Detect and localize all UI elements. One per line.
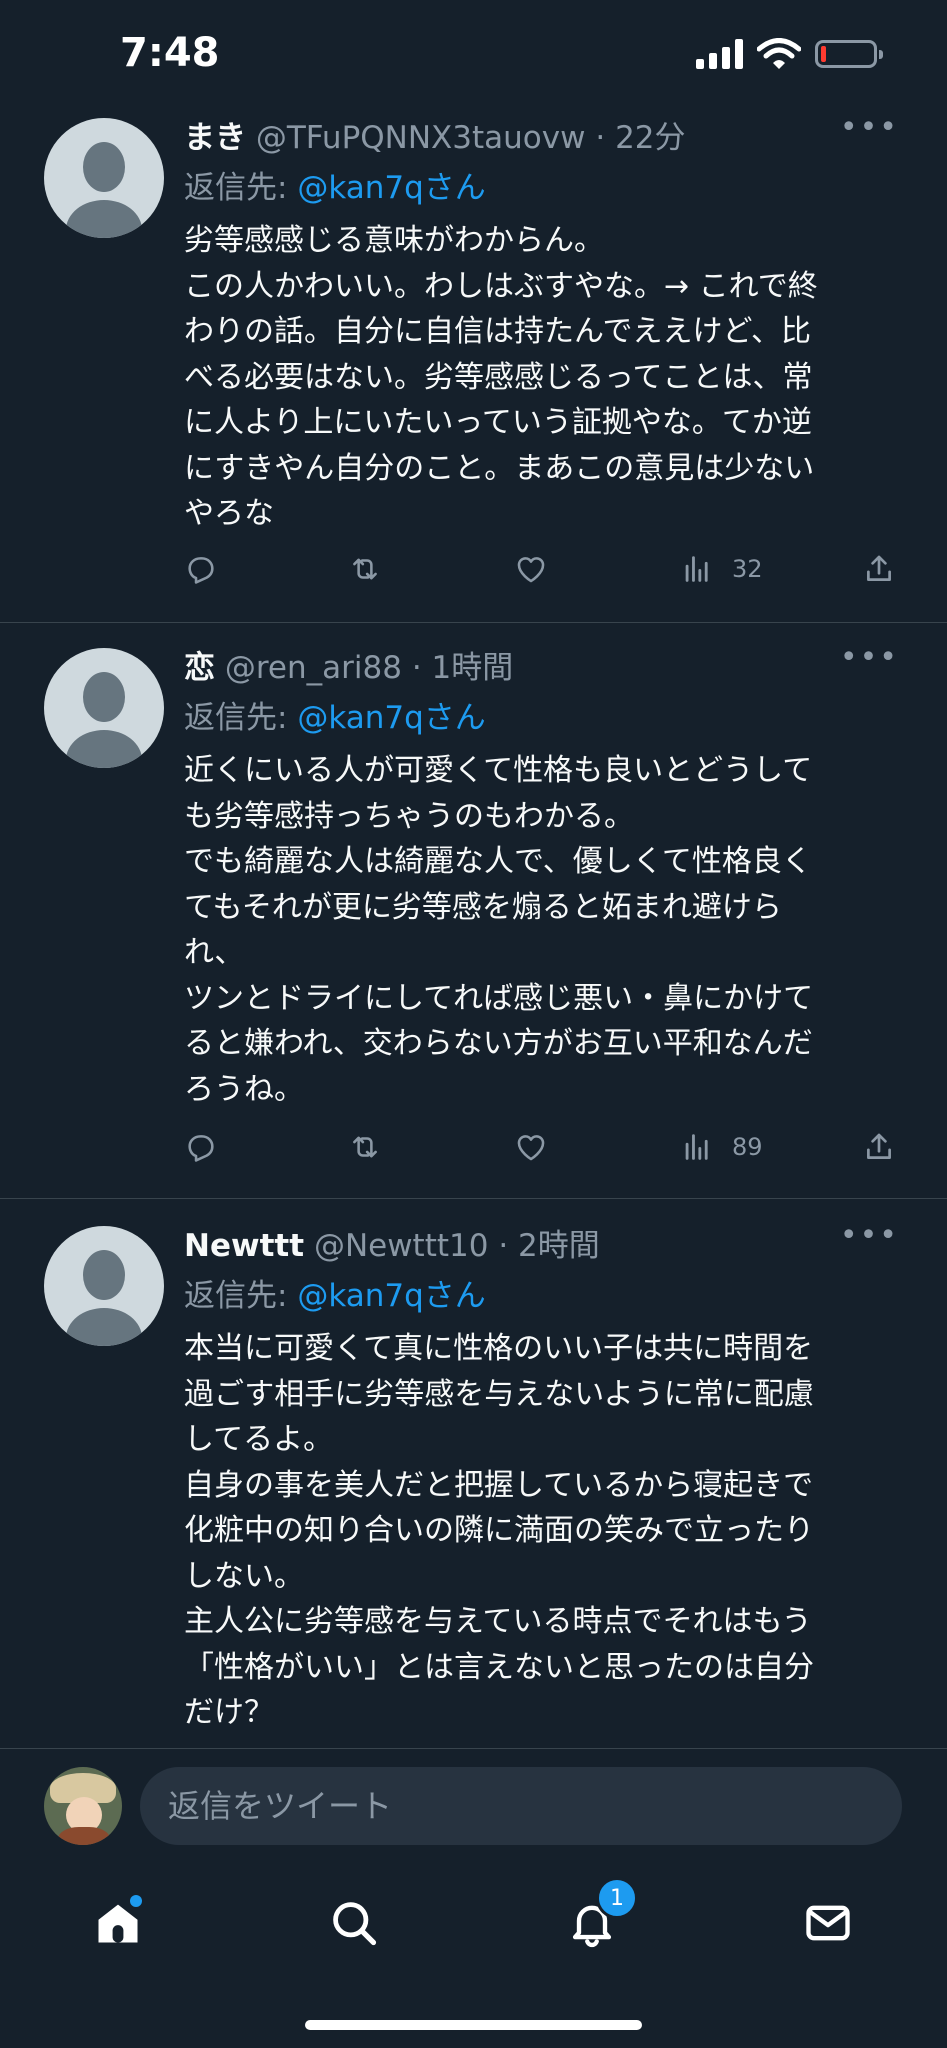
separator: · [411,650,422,686]
tweet-text: 劣等感感じる意味がわからん。 この人かわいい。わしはぶすやな。→ これで終 わり… [184,223,818,531]
reply-composer [0,1748,947,1866]
avatar[interactable] [44,118,164,238]
share-icon [867,555,891,581]
user-handle[interactable]: @Newttt10 [314,1228,489,1264]
status-icons [696,38,883,70]
mail-icon [806,1905,850,1941]
user-handle[interactable]: @ren_ari88 [225,650,402,686]
tweet-text: 本当に可愛くて真に性格のいい子は共に時間を 過ごす相手に劣等感を与えないように常… [184,1331,814,1730]
reply-context: 返信先: @kan7qさん [184,692,486,737]
battery-level [821,46,826,62]
reply-prefix: 返信先: [184,1278,298,1314]
battery-icon [815,40,883,68]
share-button[interactable] [862,552,896,586]
analytics-icon [685,556,708,582]
more-options-icon[interactable]: ••• [840,1218,899,1253]
retweet-icon [353,1136,377,1158]
reply-mention-link[interactable]: @kan7qさん [297,700,485,736]
retweet-icon [353,558,377,580]
avatar[interactable] [44,648,164,768]
user-name[interactable]: 恋 [184,650,215,686]
cellular-signal-icon [696,39,743,69]
tweet[interactable]: まき @TFuPQNNX3tauovw · 22分 ••• 返信先: @kan7… [0,110,947,623]
tweet[interactable]: Newttt @Newttt10 · 2時間 ••• 返信先: @kan7qさん… [0,1198,947,1748]
tweet-header: まき @TFuPQNNX3tauovw · 22分 [184,112,686,157]
tweet-text: 近くにいる人が可愛くて性格も良いとどうして も劣等感持っちゃうのもわかる。 でも… [184,753,814,1107]
reply-mention-link[interactable]: @kan7qさん [297,1278,485,1314]
my-avatar[interactable] [44,1767,122,1845]
tweet-time[interactable]: 1時間 [432,650,514,686]
bottom-tab-bar: 1 [0,1865,947,2048]
reply-context: 返信先: @kan7qさん [184,162,486,207]
tweet-actions: 89 [184,1130,904,1170]
tweet[interactable]: 恋 @ren_ari88 · 1時間 ••• 返信先: @kan7qさん 近くに… [0,622,947,1199]
share-icon [867,1133,891,1159]
views-count: 32 [732,555,763,583]
tweet-actions: 32 [184,552,904,592]
share-button[interactable] [862,1130,896,1164]
retweet-button[interactable] [348,552,382,586]
tweet-header: 恋 @ren_ari88 · 1時間 [184,642,513,687]
tab-home[interactable] [88,1893,148,1953]
reply-button[interactable] [184,552,218,586]
tweet-header: Newttt @Newttt10 · 2時間 [184,1220,600,1265]
reply-icon [188,557,214,584]
status-bar: 7:48 [0,0,947,110]
reply-icon [188,1135,214,1162]
retweet-button[interactable] [348,1130,382,1164]
tab-messages[interactable] [798,1893,858,1953]
like-button[interactable] [514,1130,548,1164]
reply-button[interactable] [184,1130,218,1164]
heart-icon [517,1135,545,1161]
analytics-icon [685,1134,708,1160]
user-handle[interactable]: @TFuPQNNX3tauovw [256,120,586,156]
tweet-time[interactable]: 22分 [615,120,685,156]
notifications-badge: 1 [596,1877,638,1919]
home-unread-dot [130,1895,142,1907]
more-options-icon[interactable]: ••• [840,640,899,675]
tweet-time[interactable]: 2時間 [518,1228,600,1264]
tab-notifications[interactable]: 1 [562,1877,638,1953]
views-count: 89 [732,1133,763,1161]
avatar[interactable] [44,1226,164,1346]
reply-prefix: 返信先: [184,170,298,206]
reply-prefix: 返信先: [184,700,298,736]
user-name[interactable]: まき [184,120,246,156]
reply-input[interactable] [140,1767,902,1845]
wifi-icon [757,38,801,69]
home-indicator[interactable] [305,2020,642,2030]
search-icon [333,1902,377,1946]
like-button[interactable] [514,552,548,586]
views-button[interactable]: 89 [680,1130,763,1164]
status-time: 7:48 [120,30,220,76]
reply-mention-link[interactable]: @kan7qさん [297,170,485,206]
views-button[interactable]: 32 [680,552,763,586]
separator: · [595,120,606,156]
tab-search[interactable] [324,1893,384,1953]
heart-icon [517,557,545,583]
separator: · [498,1228,509,1264]
more-options-icon[interactable]: ••• [840,110,899,145]
reply-context: 返信先: @kan7qさん [184,1270,486,1315]
user-name[interactable]: Newttt [184,1228,304,1264]
